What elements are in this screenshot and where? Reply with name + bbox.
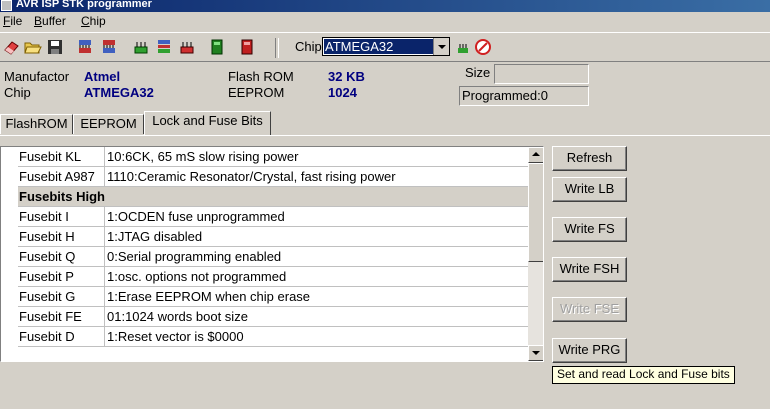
fusebit-name: Fusebit A987 — [19, 169, 95, 184]
eeprom-label: EEPROM — [228, 85, 285, 100]
chevron-down-icon[interactable] — [433, 38, 449, 55]
group-header-label: Fusebits High — [19, 189, 105, 204]
window-title: AVR ISP STK programmer — [16, 0, 152, 10]
column-divider — [104, 167, 105, 186]
write-fs-button[interactable]: Write FS — [552, 217, 627, 242]
flash-rom-value: 32 KB — [328, 69, 365, 84]
fusebit-value[interactable]: 1:OCDEN fuse unprogrammed — [107, 209, 285, 224]
tooltip: Set and read Lock and Fuse bits — [552, 366, 735, 384]
eraser-icon[interactable] — [3, 38, 21, 56]
refresh-button[interactable]: Refresh — [552, 146, 627, 171]
column-divider — [104, 327, 105, 346]
fusebit-name: Fusebit FE — [19, 309, 82, 324]
tab-panel-border — [0, 135, 770, 136]
column-divider — [104, 287, 105, 306]
fusebit-name: Fusebit KL — [19, 149, 82, 164]
tab-flashrom[interactable]: FlashROM — [0, 114, 73, 134]
column-divider — [104, 207, 105, 226]
tab-lock-fuse-bits[interactable]: Lock and Fuse Bits — [144, 111, 271, 135]
table-row[interactable]: Fusebit H 1:JTAG disabled — [18, 227, 528, 247]
menu-file[interactable]: File — [3, 14, 22, 28]
write-lb-button[interactable]: Write LB — [552, 177, 627, 202]
menu-buffer[interactable]: Buffer — [34, 14, 66, 28]
menu-chip[interactable]: Chip — [81, 14, 106, 28]
chip-info-value: ATMEGA32 — [84, 85, 154, 100]
save-icon[interactable] — [46, 38, 64, 56]
fusebit-value[interactable]: 1110:Ceramic Resonator/Crystal, fast ris… — [107, 169, 396, 184]
fuse-list[interactable]: Fusebit KL 10:6CK, 65 mS slow rising powe… — [0, 146, 544, 362]
manufactor-label: Manufactor — [4, 69, 70, 84]
fusebit-name: Fusebit D — [19, 329, 75, 344]
table-row[interactable]: Fusebit D 1:Reset vector is $0000 — [18, 327, 528, 347]
chip-connect-icon[interactable] — [455, 38, 473, 56]
table-row[interactable]: Fusebit FE 01:1024 words boot size — [18, 307, 528, 327]
size-field — [494, 64, 589, 84]
fusebit-name: Fusebit H — [19, 229, 75, 244]
column-divider — [104, 147, 105, 166]
scroll-thumb[interactable] — [528, 163, 543, 262]
write-fse-button: Write FSE — [552, 297, 627, 322]
fusebit-name: Fusebit G — [19, 289, 76, 304]
chip-info-label: Chip — [4, 85, 31, 100]
chip-select-value: ATMEGA32 — [324, 39, 435, 54]
table-row[interactable]: Fusebit A987 1110:Ceramic Resonator/Cryst… — [18, 167, 528, 187]
programmed-value: Programmed:0 — [462, 88, 548, 103]
vertical-scrollbar[interactable] — [528, 147, 543, 361]
group-header: Fusebits High — [18, 187, 528, 207]
column-divider — [104, 267, 105, 286]
menu-bar: File Buffer Chip — [0, 12, 770, 33]
column-divider — [104, 227, 105, 246]
scroll-up-button[interactable] — [528, 147, 543, 163]
fusebit-name: Fusebit I — [19, 209, 69, 224]
programmed-field: Programmed:0 — [459, 86, 589, 106]
chip-multi-icon[interactable] — [155, 38, 173, 56]
chip-select-label: Chip — [295, 39, 322, 54]
chip-read-icon[interactable] — [76, 38, 94, 56]
toolbar: Chip ATMEGA32 — [0, 33, 770, 62]
fusebit-value[interactable]: 01:1024 words boot size — [107, 309, 248, 324]
scroll-down-button[interactable] — [528, 345, 543, 361]
table-row[interactable]: Fusebit P 1:osc. options not programmed — [18, 267, 528, 287]
fusebit-value[interactable]: 10:6CK, 65 mS slow rising power — [107, 149, 298, 164]
red-device-icon[interactable] — [238, 38, 256, 56]
open-folder-icon[interactable] — [24, 38, 42, 56]
fusebit-value[interactable]: 0:Serial programming enabled — [107, 249, 281, 264]
fusebit-value[interactable]: 1:osc. options not programmed — [107, 269, 286, 284]
column-divider — [104, 247, 105, 266]
table-row[interactable]: Fusebit I 1:OCDEN fuse unprogrammed — [18, 207, 528, 227]
fusebit-value[interactable]: 1:Reset vector is $0000 — [107, 329, 244, 344]
fusebit-value[interactable]: 1:JTAG disabled — [107, 229, 202, 244]
chip-write-icon[interactable] — [100, 38, 118, 56]
chip-green-icon[interactable] — [132, 38, 150, 56]
fusebit-value[interactable]: 1:Erase EEPROM when chip erase — [107, 289, 310, 304]
fusebit-name: Fusebit P — [19, 269, 74, 284]
table-row[interactable]: Fusebit G 1:Erase EEPROM when chip erase — [18, 287, 528, 307]
green-device-icon[interactable] — [208, 38, 226, 56]
column-divider — [104, 307, 105, 326]
table-row[interactable]: Fusebit Q 0:Serial programming enabled — [18, 247, 528, 267]
eeprom-value: 1024 — [328, 85, 357, 100]
app-icon — [1, 0, 12, 11]
chip-red-icon[interactable] — [178, 38, 196, 56]
write-prg-button[interactable]: Write PRG — [552, 338, 627, 363]
table-row[interactable]: Fusebit KL 10:6CK, 65 mS slow rising powe… — [18, 147, 528, 167]
tab-eeprom[interactable]: EEPROM — [73, 114, 144, 134]
chip-select[interactable]: ATMEGA32 — [322, 37, 450, 56]
fusebit-name: Fusebit Q — [19, 249, 76, 264]
flash-rom-label: Flash ROM — [228, 69, 294, 84]
write-fsh-button[interactable]: Write FSH — [552, 257, 627, 282]
size-label: Size — [465, 65, 491, 80]
manufactor-value: Atmel — [84, 69, 121, 84]
toolbar-separator — [275, 38, 279, 58]
title-bar[interactable]: AVR ISP STK programmer — [0, 0, 770, 12]
stop-icon[interactable] — [474, 38, 492, 56]
